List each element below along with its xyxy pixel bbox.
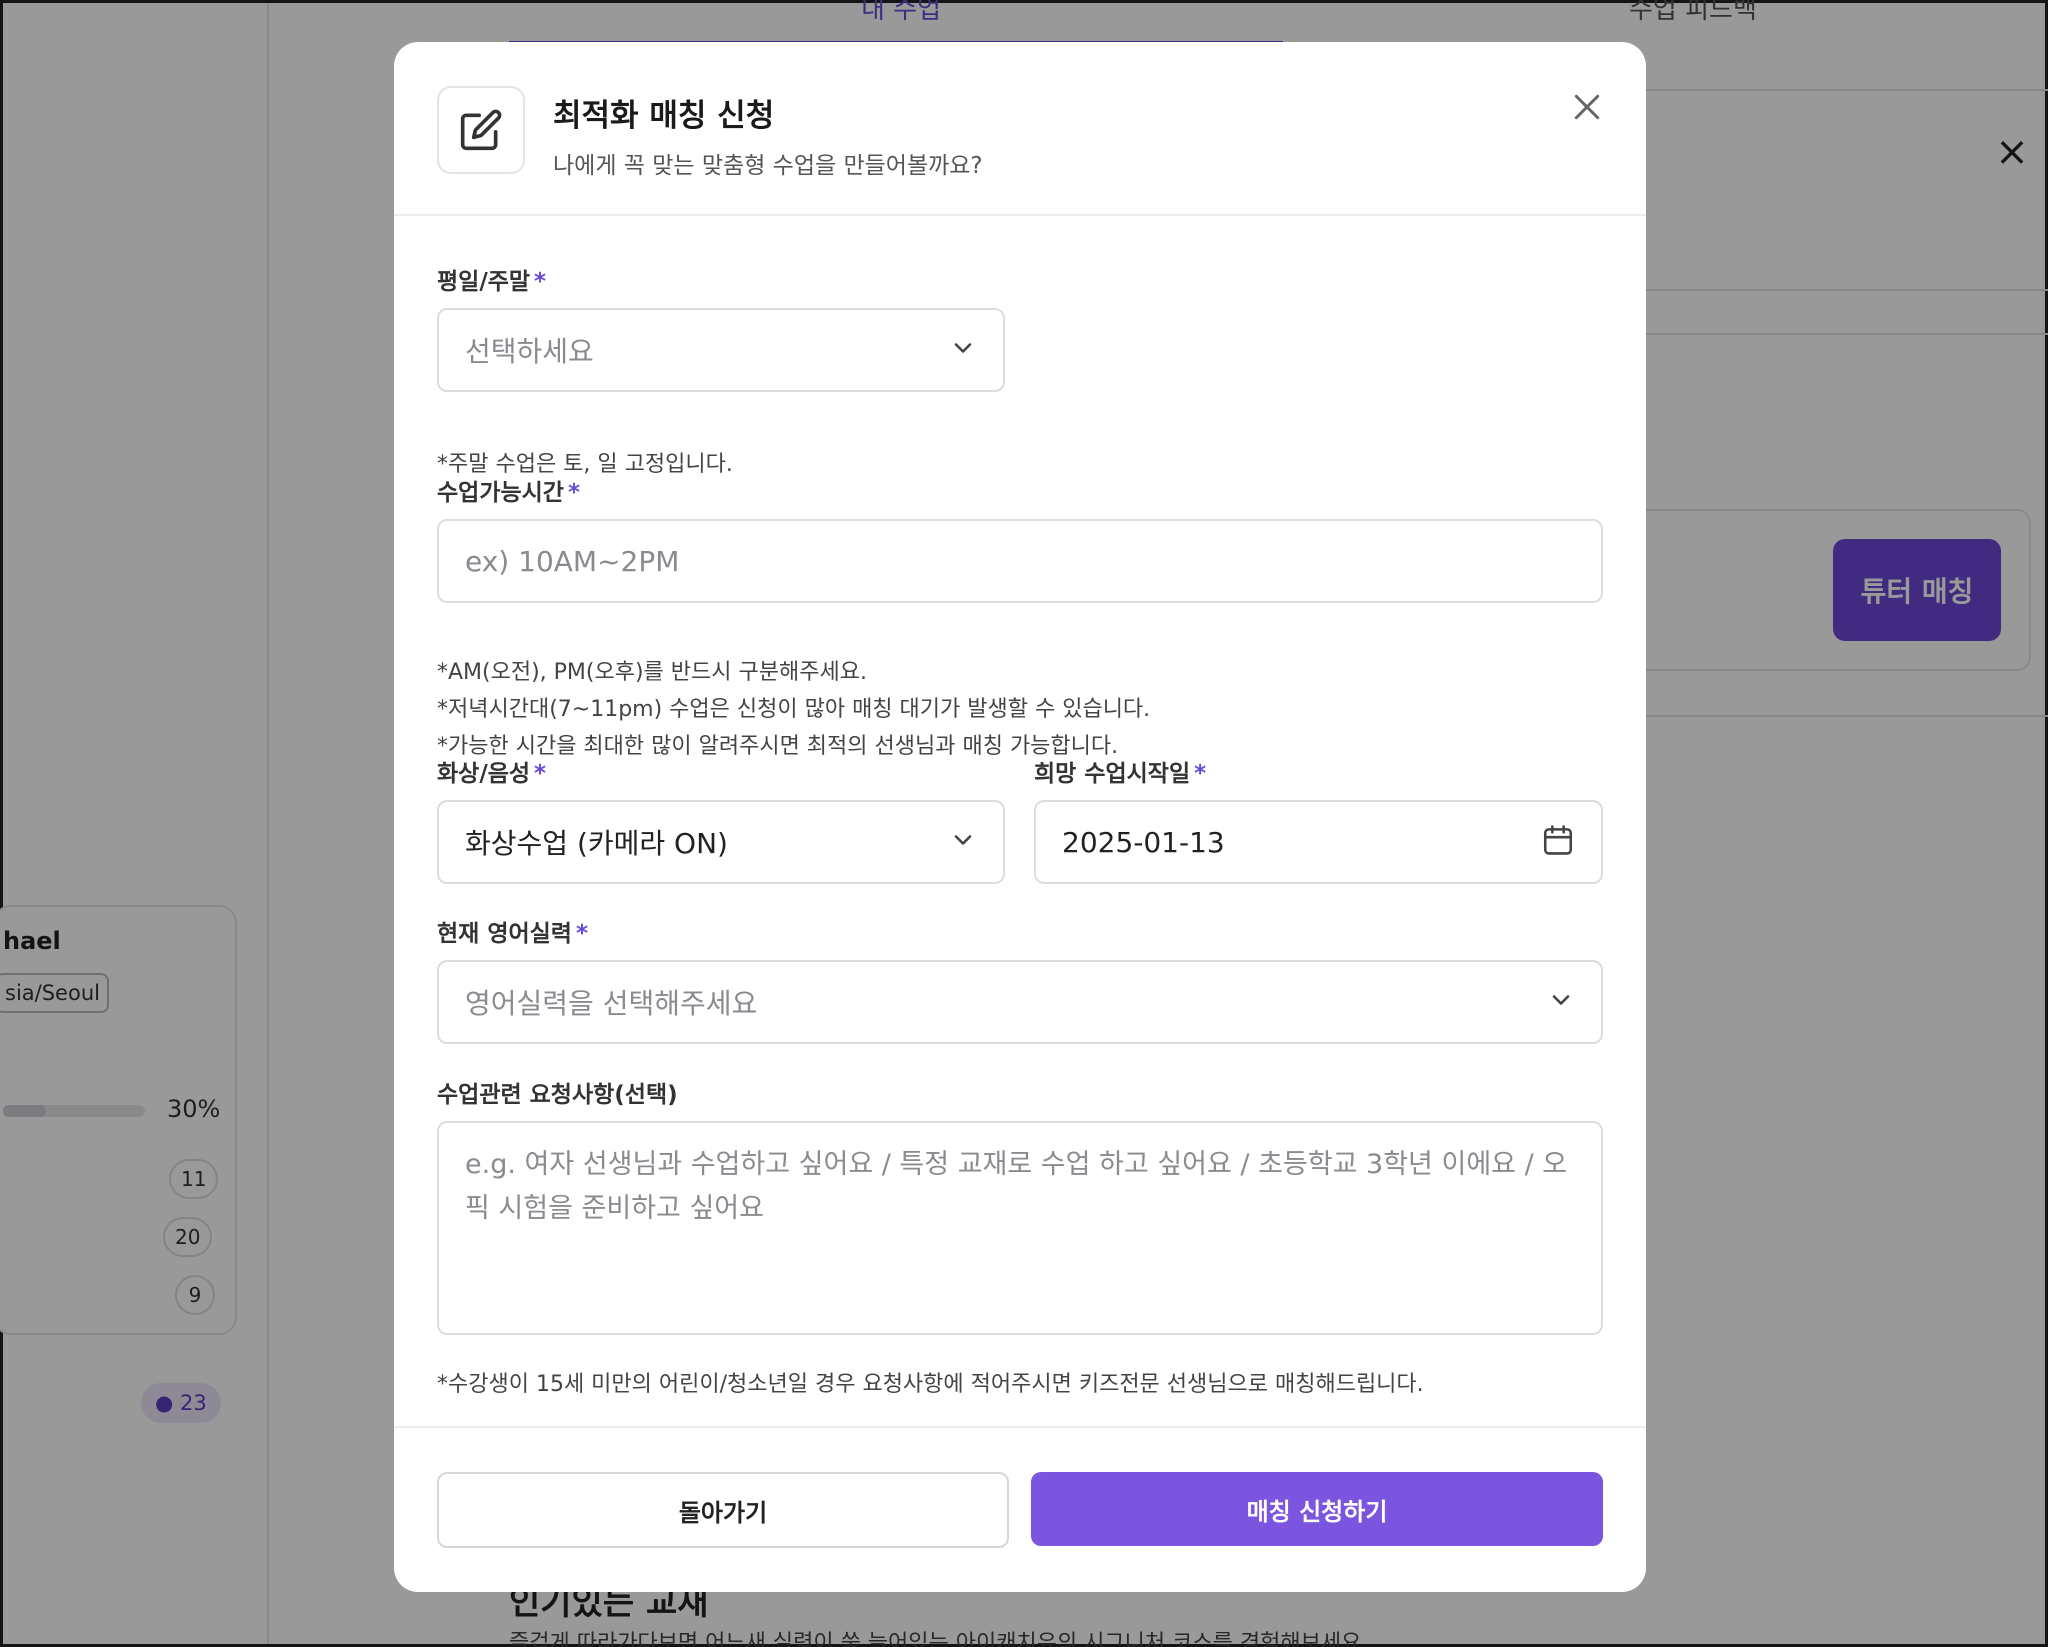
time-label: 수업가능시간 * [437,473,580,507]
request-note: *수강생이 15세 미만의 어린이/청소년일 경우 요청사항에 적어주시면 키즈… [437,1372,1424,1397]
time-label-text: 수업가능시간 [437,480,564,506]
request-textarea[interactable] [437,1121,1603,1335]
submit-matching-button[interactable]: 매칭 신청하기 [1031,1472,1603,1546]
start-date-value: 2025-01-13 [1062,825,1225,859]
modal-subtitle: 나에게 꼭 맞는 맞춤형 수업을 만들어볼까요? [553,153,983,179]
level-label-text: 현재 영어실력 [437,921,572,947]
available-time-input[interactable] [465,544,1575,578]
modal-footer-divider [394,1426,1646,1428]
start-date-label: 희망 수업시작일 * [1034,754,1206,788]
matching-request-modal: 최적화 매칭 신청 나에게 꼭 맞는 맞춤형 수업을 만들어볼까요? 평일/주말… [394,42,1646,1592]
weekday-label: 평일/주말 * [437,262,546,296]
chevron-down-icon [949,826,977,858]
start-date-picker[interactable]: 2025-01-13 [1034,800,1603,884]
request-label: 수업관련 요청사항(선택) [437,1082,678,1108]
required-mark: * [534,269,547,295]
weekday-select-placeholder: 선택하세요 [465,335,594,368]
video-label: 화상/음성 * [437,754,546,788]
video-select-value: 화상수업 (카메라 ON) [465,827,728,860]
video-label-text: 화상/음성 [437,761,531,787]
english-level-select[interactable]: 영어실력을 선택해주세요 [437,960,1603,1044]
time-notes: *AM(오전), PM(오후)를 반드시 구분해주세요. *저녁시간대(7~11… [437,654,1150,765]
chevron-down-icon [1547,986,1575,1018]
required-mark: * [1194,761,1207,787]
modal-header: 최적화 매칭 신청 나에게 꼭 맞는 맞춤형 수업을 만들어볼까요? [394,42,1646,216]
start-date-label-text: 희망 수업시작일 [1034,761,1191,787]
required-mark: * [567,480,580,506]
time-note-2: *저녁시간대(7~11pm) 수업은 신청이 많아 매칭 대기가 발생할 수 있… [437,697,1151,722]
english-level-placeholder: 영어실력을 선택해주세요 [465,987,758,1020]
time-note-1: *AM(오전), PM(오후)를 반드시 구분해주세요. [437,660,867,685]
required-mark: * [575,921,588,947]
weekday-select[interactable]: 선택하세요 [437,308,1005,392]
required-mark: * [534,761,547,787]
modal-title: 최적화 매칭 신청 [553,98,775,134]
weekday-label-text: 평일/주말 [437,269,531,295]
available-time-input-wrapper [437,519,1603,603]
video-select[interactable]: 화상수업 (카메라 ON) [437,800,1005,884]
level-label: 현재 영어실력 * [437,914,588,948]
close-icon[interactable] [1562,82,1612,132]
edit-icon [437,86,525,174]
back-button[interactable]: 돌아가기 [437,1472,1009,1548]
calendar-icon[interactable] [1541,823,1575,861]
chevron-down-icon [949,334,977,366]
